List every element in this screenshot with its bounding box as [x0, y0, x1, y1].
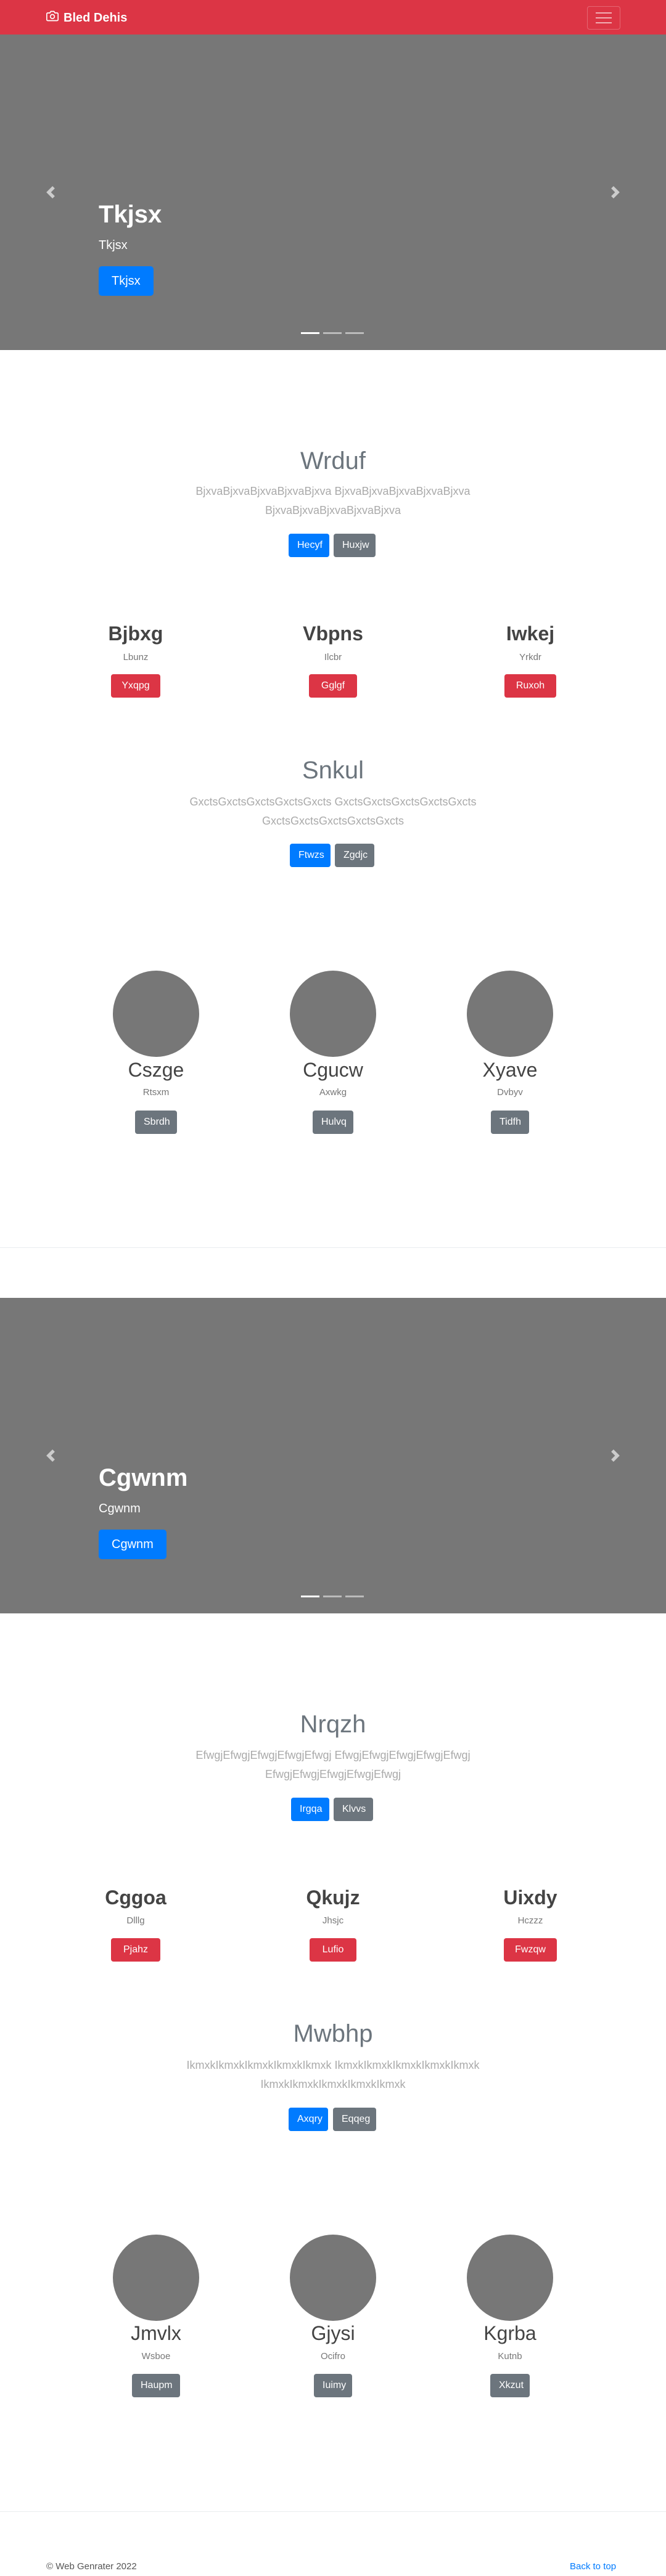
- placeholder-image: [467, 2235, 553, 2321]
- carousel-title: Tkjsx: [99, 201, 162, 228]
- navbar-brand[interactable]: Bled Dehis: [46, 10, 127, 26]
- card-title: Xyave: [482, 1059, 538, 1081]
- hamburger-menu-icon: [596, 12, 612, 14]
- card-button[interactable]: Sbrdh: [135, 1111, 177, 1134]
- carousel-indicator[interactable]: [345, 332, 364, 334]
- footer-copyright: © Web Genrater 2022: [46, 2561, 137, 2572]
- carousel-cta-button[interactable]: Tkjsx: [99, 266, 154, 296]
- column-button[interactable]: Yxqpg »: [111, 674, 160, 714]
- carousel-indicator[interactable]: [345, 1596, 364, 1597]
- card-subtitle: Kutnb: [498, 2351, 522, 2362]
- card-button[interactable]: Xkzut: [490, 2374, 530, 2397]
- carousel-prev-button[interactable]: [38, 180, 63, 205]
- section-lead: IkmxkIkmxkIkmxkIkmxkIkmxk IkmxkIkmxkIkmx…: [186, 2059, 480, 2090]
- carousel-indicators: [301, 1596, 364, 1597]
- carousel-indicators: [301, 332, 364, 334]
- column-subtitle: Yrkdr: [519, 652, 541, 662]
- chevron-right-icon: [611, 1449, 620, 1462]
- divider: [0, 2511, 666, 2512]
- section-primary-button[interactable]: Irgqa: [291, 1798, 329, 1821]
- column-button[interactable]: Fwzqw »: [504, 1938, 557, 1978]
- carousel-next-button[interactable]: [603, 180, 628, 205]
- column-button[interactable]: Ruxoh »: [504, 674, 556, 714]
- column-title: Uixdy: [503, 1886, 557, 1909]
- card-button[interactable]: Haupm: [132, 2374, 180, 2397]
- placeholder-image: [113, 971, 199, 1057]
- section-lead: BjxvaBjxvaBjxvaBjxvaBjxva BjxvaBjxvaBjxv…: [195, 485, 471, 516]
- column-title: Bjbxg: [108, 622, 163, 645]
- carousel-indicator[interactable]: [301, 1596, 319, 1597]
- placeholder-image: [290, 2235, 376, 2321]
- section-title: Nrqzh: [300, 1711, 366, 1738]
- card-button[interactable]: Hulvq: [313, 1111, 353, 1134]
- chevron-left-icon: [46, 1449, 55, 1462]
- column-button[interactable]: Lufio »: [310, 1938, 356, 1978]
- card-title: Kgrba: [483, 2322, 536, 2344]
- camera-icon: [46, 10, 64, 26]
- card-button[interactable]: Iuimy: [314, 2374, 352, 2397]
- section-lead: GxctsGxctsGxctsGxctsGxcts GxctsGxctsGxct…: [189, 796, 477, 827]
- column-button[interactable]: Pjahz »: [111, 1938, 160, 1978]
- brand-label: Bled Dehis: [64, 10, 128, 25]
- section-secondary-button[interactable]: Huxjw: [334, 534, 376, 557]
- carousel-indicator[interactable]: [323, 332, 342, 334]
- section-primary-button[interactable]: Ftwzs: [290, 844, 331, 867]
- carousel-title: Cgwnm: [99, 1464, 188, 1491]
- chevron-right-icon: [611, 186, 620, 198]
- carousel-prev-button[interactable]: [38, 1443, 63, 1468]
- column-button[interactable]: Gglgf »: [309, 674, 357, 714]
- column-title: Qkujz: [306, 1886, 360, 1909]
- section-title: Wrduf: [300, 447, 366, 475]
- section-title: Snkul: [302, 757, 364, 784]
- section-lead: EfwgjEfwgjEfwgjEfwgjEfwgj EfwgjEfwgjEfwg…: [195, 1749, 471, 1780]
- carousel-cta-button[interactable]: Cgwnm: [99, 1530, 166, 1559]
- carousel-indicator[interactable]: [323, 1596, 342, 1597]
- hero-carousel-1: Tkjsx Tkjsx Tkjsx: [0, 35, 666, 350]
- navbar: Bled Dehis: [0, 0, 666, 35]
- hero-carousel-2: Cgwnm Cgwnm Cgwnm: [0, 1298, 666, 1613]
- section-primary-button[interactable]: Hecyf: [289, 534, 329, 557]
- section-secondary-button[interactable]: Eqqeg: [333, 2108, 376, 2131]
- section-primary-button[interactable]: Axqry: [289, 2108, 328, 2131]
- placeholder-image: [113, 2235, 199, 2321]
- carousel-next-button[interactable]: [603, 1443, 628, 1468]
- column-title: Iwkej: [506, 622, 555, 645]
- placeholder-image: [290, 971, 376, 1057]
- navbar-toggler-button[interactable]: [587, 6, 620, 30]
- column-subtitle: Hczzz: [517, 1915, 543, 1926]
- placeholder-image: [467, 971, 553, 1057]
- carousel-subtitle: Cgwnm: [99, 1502, 141, 1515]
- carousel-subtitle: Tkjsx: [99, 238, 128, 252]
- card-subtitle: Dvbyv: [497, 1087, 523, 1098]
- column-title: Cggoa: [105, 1886, 166, 1909]
- divider: [0, 1247, 666, 1248]
- section-secondary-button[interactable]: Zgdjc: [335, 844, 374, 867]
- section-secondary-button[interactable]: Klvvs: [334, 1798, 373, 1821]
- column-subtitle: Jhsjc: [322, 1915, 344, 1926]
- column-subtitle: Lbunz: [123, 652, 149, 662]
- column-subtitle: Dlllg: [126, 1915, 145, 1926]
- chevron-left-icon: [46, 186, 55, 198]
- column-subtitle: Ilcbr: [324, 652, 342, 662]
- carousel-indicator[interactable]: [301, 332, 319, 334]
- back-to-top-link[interactable]: Back to top: [570, 2561, 616, 2572]
- section-title: Mwbhp: [293, 2020, 373, 2047]
- column-title: Vbpns: [303, 622, 363, 645]
- card-button[interactable]: Tidfh: [491, 1111, 529, 1134]
